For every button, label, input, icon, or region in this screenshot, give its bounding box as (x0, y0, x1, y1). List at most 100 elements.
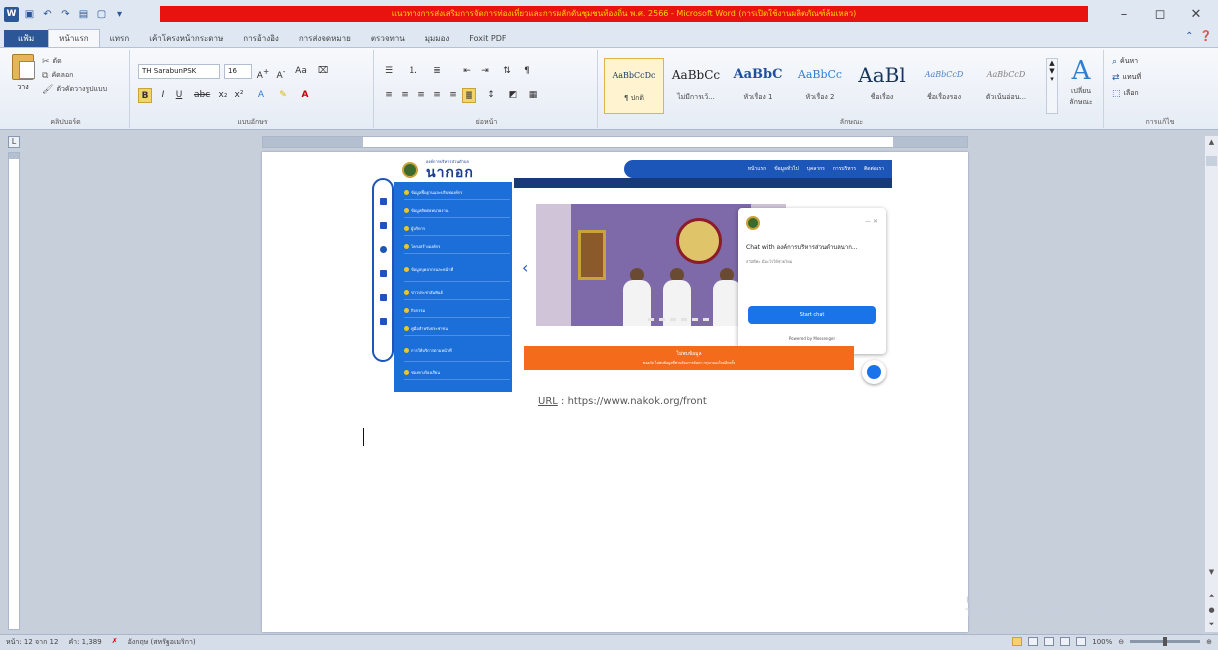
tab-view[interactable]: มุมมอง (415, 30, 460, 48)
undo-icon[interactable]: ↶ (40, 7, 55, 22)
seal-icon (402, 162, 418, 178)
vertical-ruler[interactable] (8, 152, 20, 630)
replace-icon: ⇄ (1112, 72, 1120, 83)
decrease-indent-button[interactable]: ⇤ (460, 64, 474, 79)
site-nav: หน้าแรก ข้อมูลทั่วไป บุคลากร การบริหาร ต… (624, 160, 892, 178)
word-count[interactable]: คำ: 1,389 (68, 637, 101, 648)
strikethrough-button[interactable]: abc (194, 88, 210, 103)
full-screen-view-button[interactable] (1028, 637, 1039, 646)
open-icon[interactable]: ▤ (76, 7, 91, 22)
tab-home[interactable]: หน้าแรก (48, 29, 100, 48)
zoom-in-icon[interactable]: ⊕ (1206, 638, 1212, 646)
style-heading-2[interactable]: AaBbCc หัวเรื่อง 2 (790, 58, 850, 114)
bold-button[interactable]: B (138, 88, 152, 103)
align-center-button[interactable]: ≡ (398, 88, 412, 103)
print-preview-icon[interactable]: ▢ (94, 7, 109, 22)
minimize-button[interactable]: – (1106, 2, 1142, 26)
scroll-thumb[interactable] (1206, 156, 1217, 166)
bullets-button[interactable]: ☰ (382, 64, 396, 79)
align-right-button[interactable]: ≡ (414, 88, 428, 103)
redo-icon[interactable]: ↷ (58, 7, 73, 22)
tab-mailings[interactable]: การส่งจดหมาย (289, 30, 361, 48)
copy-icon: ⧉ (42, 70, 49, 81)
zoom-slider[interactable] (1130, 637, 1201, 646)
copy-button[interactable]: ⧉ คัดลอก (42, 70, 73, 81)
help-icon[interactable]: ❓ (1200, 31, 1212, 42)
previous-page-icon[interactable]: ⏶ (1205, 590, 1218, 603)
cut-button[interactable]: ✂ ตัด (42, 56, 62, 67)
save-icon[interactable]: ▣ (22, 7, 37, 22)
zoom-out-icon[interactable]: ⊖ (1118, 638, 1124, 646)
multilevel-list-button[interactable]: ≣ (430, 64, 444, 79)
style-subtitle[interactable]: AaBbCcD ชื่อเรื่องรอง (914, 58, 974, 114)
word-app-icon[interactable]: W (4, 6, 19, 22)
show-marks-button[interactable]: ¶ (520, 64, 534, 79)
tab-review[interactable]: ตรวจทาน (361, 30, 415, 48)
shading-button[interactable]: ◩ (506, 88, 520, 103)
draft-view-button[interactable] (1076, 637, 1087, 646)
customize-qat-icon[interactable]: ▾ (112, 7, 127, 22)
tab-selector[interactable]: L (8, 136, 20, 148)
site-sidebar-item: คู่มือสำหรับประชาชน (404, 322, 510, 336)
document-page[interactable]: องค์การบริหารส่วนตำบล นากอก หน้าแรก ข้อม… (262, 152, 968, 632)
select-button[interactable]: ⬚ เลือก (1112, 88, 1139, 99)
numbering-button[interactable]: ⒈ (406, 64, 420, 79)
close-button[interactable]: ✕ (1178, 2, 1214, 26)
change-case-button[interactable]: Aa (294, 64, 308, 79)
justify-button[interactable]: ≡ (430, 88, 444, 103)
proofing-icon[interactable]: ✗ (112, 637, 118, 648)
highlight-button[interactable]: ✎ (276, 88, 290, 103)
text-effects-button[interactable]: A (254, 88, 268, 103)
tab-page-layout[interactable]: เค้าโครงหน้ากระดาษ (139, 30, 233, 48)
banner-title: ไม่พบข้อมูล (676, 351, 702, 357)
web-layout-view-button[interactable] (1044, 637, 1055, 646)
zoom-level[interactable]: 100% (1092, 638, 1112, 646)
subscript-button[interactable]: x₂ (216, 88, 230, 103)
font-color-button[interactable]: A (298, 88, 312, 103)
change-styles-button[interactable]: A เปลี่ยน ลักษณะ (1062, 56, 1100, 116)
format-painter-button[interactable]: 🖌 ตัวคัดวางรูปแบบ (42, 84, 107, 95)
superscript-button[interactable]: x² (232, 88, 246, 103)
styles-more-button[interactable]: ▲ ▼ ▾ (1046, 58, 1058, 114)
horizontal-ruler[interactable] (262, 136, 968, 148)
clear-format-button[interactable]: ⌧ (316, 64, 330, 79)
sort-button[interactable]: ⇅ (500, 64, 514, 79)
next-page-icon[interactable]: ⏷ (1205, 618, 1218, 631)
maximize-button[interactable]: ◻ (1142, 2, 1178, 26)
grow-font-button[interactable]: A+ (256, 64, 270, 81)
font-group: TH SarabunPSK 16 A+ A- Aa ⌧ B I U abc x₂… (132, 50, 374, 128)
shrink-font-button[interactable]: A- (274, 64, 288, 81)
style-title[interactable]: AaBl ชื่อเรื่อง (852, 58, 912, 114)
tab-foxit-pdf[interactable]: Foxit PDF (459, 30, 516, 48)
style-no-spacing[interactable]: AaBbCc ไม่มีการเว้... (666, 58, 726, 114)
print-layout-view-button[interactable] (1012, 637, 1023, 646)
distributed-button[interactable]: ≡ (446, 88, 460, 103)
browse-object-icon[interactable]: ● (1205, 604, 1218, 617)
underline-button[interactable]: U (172, 88, 186, 103)
outline-view-button[interactable] (1060, 637, 1071, 646)
replace-button[interactable]: ⇄ แทนที่ (1112, 72, 1141, 83)
language-indicator[interactable]: อังกฤษ (สหรัฐอเมริกา) (128, 637, 196, 648)
vertical-scrollbar[interactable]: ▲ ▼ ⏶ ● ⏷ (1204, 136, 1218, 632)
font-size-combo[interactable]: 16 (224, 64, 252, 79)
align-left-button[interactable]: ≡ (382, 88, 396, 103)
scroll-down-arrow[interactable]: ▼ (1205, 566, 1218, 579)
paste-button[interactable]: วาง (8, 54, 38, 98)
scroll-up-arrow[interactable]: ▲ (1205, 136, 1218, 149)
increase-indent-button[interactable]: ⇥ (478, 64, 492, 79)
style-heading-1[interactable]: AaBbC หัวเรื่อง 1 (728, 58, 788, 114)
tab-insert[interactable]: แทรก (100, 30, 140, 48)
italic-button[interactable]: I (156, 88, 170, 103)
collapse-ribbon-icon[interactable]: ⌃ (1185, 31, 1193, 42)
page-count[interactable]: หน้า: 12 จาก 12 (6, 637, 58, 648)
thai-distributed-button[interactable]: ≣ (462, 88, 476, 103)
borders-button[interactable]: ▦ (526, 88, 540, 103)
style-normal[interactable]: AaBbCcDc ¶ ปกติ (604, 58, 664, 114)
style-subtle-emphasis[interactable]: AaBbCcD ตัวเน้นอ่อน... (976, 58, 1036, 114)
font-family-combo[interactable]: TH SarabunPSK (138, 64, 220, 79)
home-icon (380, 198, 387, 205)
find-button[interactable]: ⌕ ค้นหา (1112, 56, 1138, 67)
tab-references[interactable]: การอ้างอิง (233, 30, 289, 48)
tab-file[interactable]: แฟ้ม (4, 30, 49, 48)
line-spacing-button[interactable]: ↕ (484, 88, 498, 103)
